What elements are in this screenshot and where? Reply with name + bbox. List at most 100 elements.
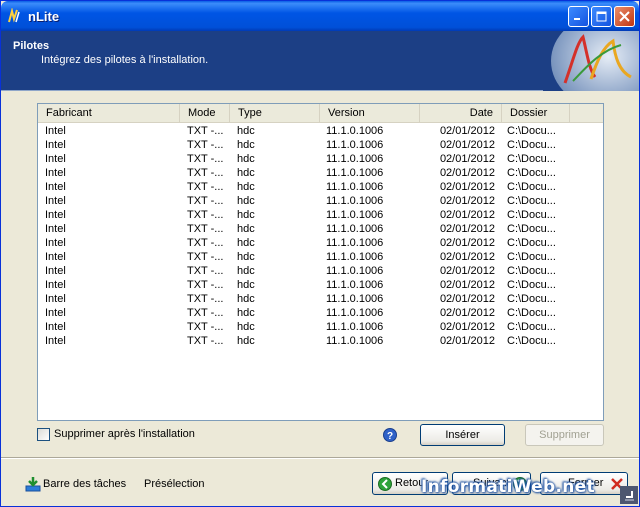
table-row[interactable]: Intel TXT -... hdc 11.1.0.1006 02/01/2012 C:\… [38,152,603,166]
cell-type: hdc [237,265,255,277]
cell-date: 02/01/2012 [439,195,495,207]
column-header-date[interactable]: Date [420,104,502,122]
maximize-button[interactable] [591,6,612,27]
cell-date: 02/01/2012 [439,293,495,305]
cell-mode: TXT -... [187,209,224,221]
table-row[interactable]: Intel TXT -... hdc 11.1.0.1006 02/01/2012 C:\… [38,236,603,250]
list-rows: Intel TXT -... hdc 11.1.0.1006 02/01/2012 C:\… [38,124,603,348]
cell-type: hdc [237,195,255,207]
cell-mode: TXT -... [187,125,224,137]
cell-dossier: C:\Docu... [507,321,556,333]
cell-date: 02/01/2012 [439,153,495,165]
cell-fabricant: Intel [45,209,66,221]
cell-dossier: C:\Docu... [507,167,556,179]
cell-fabricant: Intel [45,223,66,235]
cell-dossier: C:\Docu... [507,237,556,249]
delete-after-install-checkbox[interactable] [37,428,50,441]
cell-dossier: C:\Docu... [507,335,556,347]
insert-button[interactable]: Insérer [420,424,505,446]
nlite-window: nLite Pilotes Intégrez des pilotes à l'i… [0,0,640,507]
table-row[interactable]: Intel TXT -... hdc 11.1.0.1006 02/01/2012 C:\… [38,250,603,264]
cell-type: hdc [237,321,255,333]
nlite-logo [543,31,639,91]
cell-mode: TXT -... [187,321,224,333]
cell-type: hdc [237,251,255,263]
minimize-button[interactable] [568,6,589,27]
table-row[interactable]: Intel TXT -... hdc 11.1.0.1006 02/01/2012 C:\… [38,306,603,320]
remove-button[interactable]: Supprimer [525,424,604,446]
cell-version: 11.1.0.1006 [326,293,384,305]
cell-date: 02/01/2012 [439,237,495,249]
cell-fabricant: Intel [45,139,66,151]
cell-fabricant: Intel [45,237,66,249]
cell-dossier: C:\Docu... [507,209,556,221]
cell-mode: TXT -... [187,251,224,263]
cell-dossier: C:\Docu... [507,153,556,165]
cell-version: 11.1.0.1006 [326,167,384,179]
cell-type: hdc [237,209,255,221]
cell-version: 11.1.0.1006 [326,195,384,207]
table-row[interactable]: Intel TXT -... hdc 11.1.0.1006 02/01/2012 C:\… [38,320,603,334]
table-row[interactable]: Intel TXT -... hdc 11.1.0.1006 02/01/2012 C:\… [38,278,603,292]
table-row[interactable]: Intel TXT -... hdc 11.1.0.1006 02/01/2012 C:\… [38,222,603,236]
preset-link[interactable]: Présélection [144,478,205,490]
column-header-dossier[interactable]: Dossier [502,104,570,122]
cell-mode: TXT -... [187,167,224,179]
cell-date: 02/01/2012 [439,125,495,137]
table-row[interactable]: Intel TXT -... hdc 11.1.0.1006 02/01/2012 C:\… [38,166,603,180]
cell-version: 11.1.0.1006 [326,125,384,137]
cell-dossier: C:\Docu... [507,293,556,305]
cell-date: 02/01/2012 [439,209,495,221]
close-icon [619,11,630,22]
table-row[interactable]: Intel TXT -... hdc 11.1.0.1006 02/01/2012 C:\… [38,264,603,278]
cell-dossier: C:\Docu... [507,223,556,235]
footer-separator [1,457,639,459]
cell-version: 11.1.0.1006 [326,209,384,221]
size-grip[interactable] [620,486,638,504]
cell-dossier: C:\Docu... [507,251,556,263]
cell-fabricant: Intel [45,167,66,179]
cell-date: 02/01/2012 [439,139,495,151]
delete-after-install-label[interactable]: Supprimer après l'installation [54,428,195,440]
column-header-type[interactable]: Type [230,104,320,122]
cell-mode: TXT -... [187,307,224,319]
back-arrow-icon [378,477,392,491]
cell-mode: TXT -... [187,223,224,235]
cell-fabricant: Intel [45,321,66,333]
help-icon[interactable]: ? [383,428,397,442]
title-bar[interactable]: nLite [1,1,639,31]
table-row[interactable]: Intel TXT -... hdc 11.1.0.1006 02/01/2012 C:\… [38,292,603,306]
table-row[interactable]: Intel TXT -... hdc 11.1.0.1006 02/01/2012 C:\… [38,124,603,138]
column-header-mode[interactable]: Mode [180,104,230,122]
cell-type: hdc [237,223,255,235]
cell-date: 02/01/2012 [439,335,495,347]
table-row[interactable]: Intel TXT -... hdc 11.1.0.1006 02/01/2012 C:\… [38,194,603,208]
cell-fabricant: Intel [45,251,66,263]
cell-fabricant: Intel [45,307,66,319]
cell-mode: TXT -... [187,265,224,277]
cell-version: 11.1.0.1006 [326,335,384,347]
column-header-fabricant[interactable]: Fabricant [38,104,180,122]
taskbar-link[interactable]: Barre des tâches [43,478,126,490]
table-row[interactable]: Intel TXT -... hdc 11.1.0.1006 02/01/2012 C:\… [38,138,603,152]
cell-version: 11.1.0.1006 [326,251,384,263]
cell-version: 11.1.0.1006 [326,223,384,235]
cell-fabricant: Intel [45,195,66,207]
cell-type: hdc [237,279,255,291]
table-row[interactable]: Intel TXT -... hdc 11.1.0.1006 02/01/2012 C:\… [38,334,603,348]
list-header: Fabricant Mode Type Version Date Dossier [38,104,603,123]
cell-version: 11.1.0.1006 [326,265,384,277]
cell-mode: TXT -... [187,195,224,207]
drivers-list[interactable]: Fabricant Mode Type Version Date Dossier… [37,103,604,421]
cell-type: hdc [237,153,255,165]
cell-dossier: C:\Docu... [507,125,556,137]
close-window-button[interactable] [614,6,635,27]
cell-type: hdc [237,181,255,193]
table-row[interactable]: Intel TXT -... hdc 11.1.0.1006 02/01/2012 C:\… [38,180,603,194]
cell-type: hdc [237,125,255,137]
table-row[interactable]: Intel TXT -... hdc 11.1.0.1006 02/01/2012 C:\… [38,208,603,222]
cell-date: 02/01/2012 [439,307,495,319]
cell-dossier: C:\Docu... [507,139,556,151]
column-header-version[interactable]: Version [320,104,420,122]
taskbar-icon[interactable] [25,476,41,492]
